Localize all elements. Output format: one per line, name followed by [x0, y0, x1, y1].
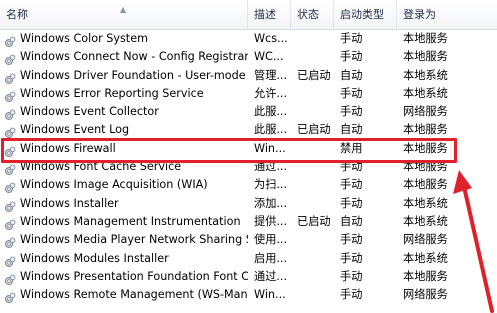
- service-description: 此服...: [254, 105, 288, 119]
- service-logon-as: 本地服务: [403, 123, 448, 137]
- service-description: Wcs...: [254, 32, 288, 45]
- service-description: 通过...: [254, 269, 288, 283]
- service-status: [297, 176, 335, 194]
- service-startup-type: 手动: [340, 50, 363, 64]
- service-name: Windows Connect Now - Config Registrar: [20, 50, 248, 64]
- service-description: 此服...: [254, 123, 288, 137]
- service-name: Windows Modules Installer: [20, 251, 169, 265]
- service-gear-icon: [4, 106, 16, 121]
- services-window: 名称 ▲ 描述 状态 启动类型 登录为 Windows Color System…: [0, 0, 497, 313]
- service-name: Windows Presentation Foundation Font Ca.…: [20, 269, 248, 283]
- service-row[interactable]: Windows Modules Installer 启用... 手动 本地系统: [0, 250, 497, 268]
- service-row[interactable]: Windows Error Reporting Service 允许... 手动 本地…: [0, 85, 497, 103]
- service-startup-type: 手动: [340, 251, 363, 265]
- service-gear-icon: [4, 289, 16, 304]
- service-gear-icon: [4, 271, 16, 285]
- service-name: Windows Color System: [20, 32, 148, 45]
- service-row[interactable]: Windows Image Acquisition (WIA) 为扫... 手动 本地…: [0, 176, 497, 194]
- service-status: [297, 85, 335, 103]
- service-row[interactable]: Windows Presentation Foundation Font Ca.…: [0, 268, 497, 286]
- service-name: Windows Installer: [20, 196, 119, 210]
- service-gear-icon: [4, 33, 16, 48]
- service-row[interactable]: Windows Media Player Network Sharing S..…: [0, 231, 497, 249]
- service-description: 管理...: [254, 68, 288, 82]
- column-name-label: 名称: [6, 8, 28, 21]
- service-status: 已启动: [297, 123, 331, 137]
- service-startup-type: 手动: [340, 196, 363, 210]
- column-startup-label: 启动类型: [340, 8, 384, 21]
- service-name: Windows Image Acquisition (WIA): [20, 178, 208, 192]
- service-logon-as: 本地系统: [403, 68, 448, 82]
- service-row[interactable]: Windows Remote Management (WS-Mana... Win…: [0, 286, 497, 304]
- service-gear-icon: [4, 70, 16, 84]
- service-description: Win...: [254, 288, 286, 302]
- service-status: [297, 268, 335, 286]
- services-list: Windows Color System Wcs... 手动 本地服务 Windows …: [0, 30, 497, 304]
- service-gear-icon: [4, 124, 16, 139]
- service-gear-icon: [4, 51, 16, 66]
- service-row[interactable]: Windows Connect Now - Config Registrar WC…: [0, 48, 497, 66]
- column-status-label: 状态: [297, 8, 319, 21]
- service-description: 添加...: [254, 196, 288, 210]
- service-description: 启用...: [254, 251, 288, 265]
- column-header-status[interactable]: 状态: [291, 0, 334, 29]
- service-gear-icon: [4, 216, 16, 231]
- service-status: [297, 48, 335, 66]
- service-name: Windows Management Instrumentation: [20, 214, 241, 228]
- service-row[interactable]: Windows Management Instrumentation 提供... 已…: [0, 213, 497, 231]
- column-header-desc[interactable]: 描述: [248, 0, 291, 29]
- service-status: [297, 231, 335, 249]
- service-status: [297, 250, 335, 268]
- service-startup-type: 手动: [340, 288, 363, 302]
- service-startup-type: 自动: [340, 123, 363, 137]
- column-desc-label: 描述: [254, 8, 276, 21]
- service-logon-as: 本地服务: [403, 32, 448, 45]
- service-startup-type: 手动: [340, 32, 363, 45]
- service-description: 允许...: [254, 86, 288, 100]
- service-description: 为扫...: [254, 178, 288, 192]
- service-name: Windows Event Collector: [20, 105, 159, 119]
- service-gear-icon: [4, 198, 16, 212]
- service-row[interactable]: Windows Driver Foundation - User-mode ..…: [0, 67, 497, 85]
- column-header-logon[interactable]: 登录为: [397, 0, 497, 29]
- service-name: Windows Media Player Network Sharing S..…: [20, 233, 248, 247]
- column-logon-label: 登录为: [403, 8, 436, 21]
- service-status: 已启动: [297, 214, 331, 228]
- service-startup-type: 自动: [340, 214, 363, 228]
- service-logon-as: 本地服务: [403, 50, 448, 64]
- service-gear-icon: [4, 88, 16, 102]
- service-row[interactable]: Windows Event Collector 此服... 手动 网络服务: [0, 103, 497, 121]
- service-description: 提供...: [254, 214, 288, 228]
- highlight-box: [1, 138, 457, 163]
- service-startup-type: 手动: [340, 86, 363, 100]
- service-startup-type: 手动: [340, 269, 363, 283]
- service-startup-type: 自动: [340, 68, 363, 82]
- service-logon-as: 网络服务: [403, 105, 448, 119]
- service-name: Windows Event Log: [20, 123, 130, 137]
- service-gear-icon: [4, 179, 16, 194]
- service-status: [297, 30, 335, 48]
- service-status: 已启动: [297, 68, 331, 82]
- column-header: 名称 ▲ 描述 状态 启动类型 登录为: [0, 0, 497, 30]
- service-logon-as: 本地系统: [403, 86, 448, 100]
- column-header-startup[interactable]: 启动类型: [334, 0, 397, 29]
- service-gear-icon: [4, 253, 16, 267]
- service-status: [297, 103, 335, 121]
- service-description: 使用...: [254, 233, 288, 247]
- service-row[interactable]: Windows Installer 添加... 手动 本地系统: [0, 195, 497, 213]
- service-startup-type: 手动: [340, 233, 363, 247]
- service-gear-icon: [4, 234, 16, 249]
- service-status: [297, 286, 335, 304]
- service-name: Windows Driver Foundation - User-mode ..…: [20, 68, 248, 82]
- service-startup-type: 手动: [340, 105, 363, 119]
- service-startup-type: 手动: [340, 178, 363, 192]
- arrow-annotation-icon: [453, 170, 494, 313]
- service-name: Windows Error Reporting Service: [20, 86, 204, 100]
- service-name: Windows Remote Management (WS-Mana...: [20, 288, 248, 302]
- sort-ascending-icon: ▲: [120, 5, 127, 14]
- service-description: WC...: [254, 50, 284, 64]
- service-row[interactable]: Windows Color System Wcs... 手动 本地服务: [0, 30, 497, 48]
- service-status: [297, 195, 335, 213]
